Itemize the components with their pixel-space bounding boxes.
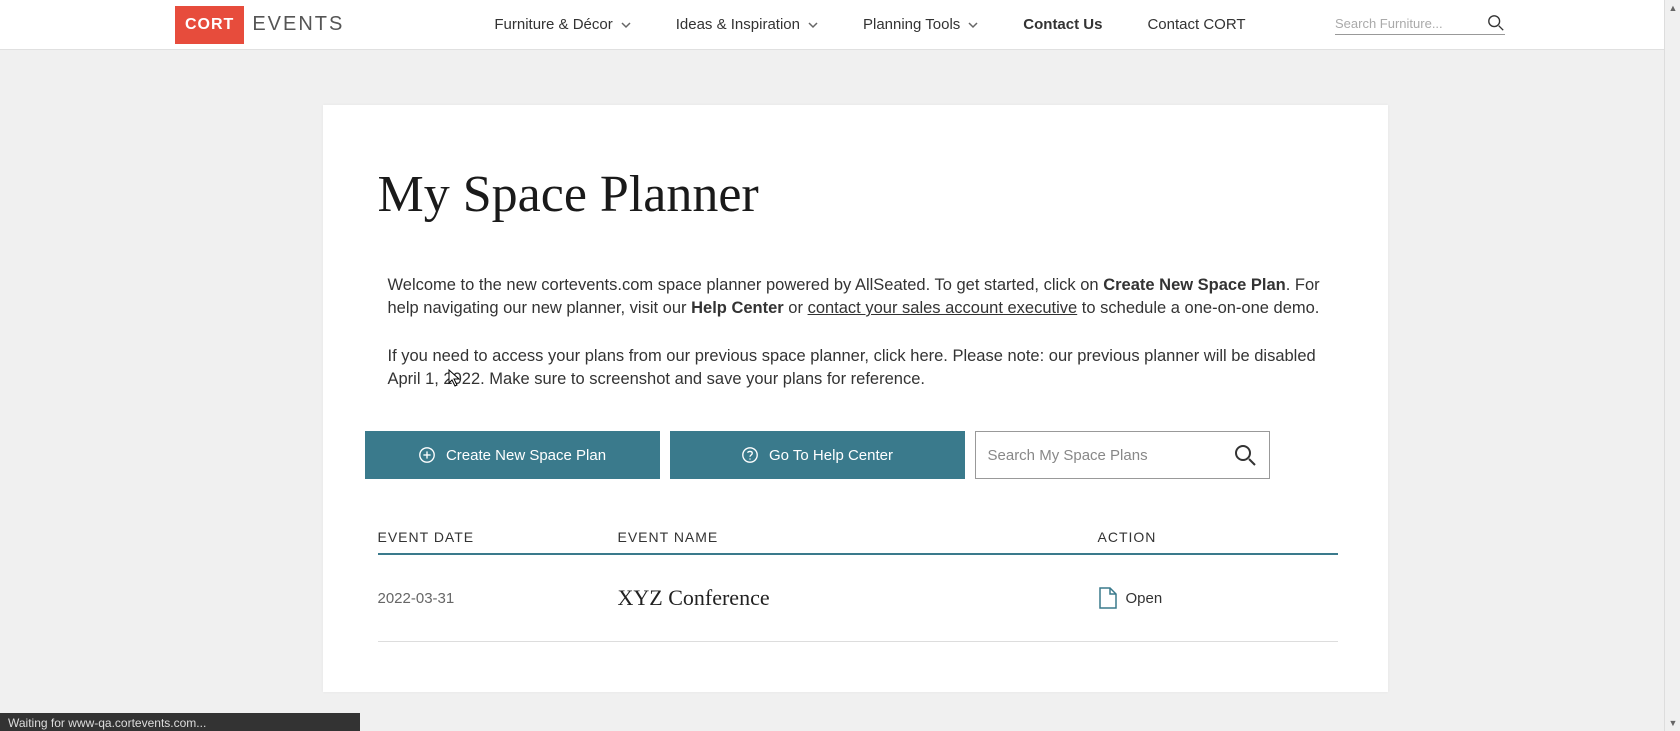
scroll-down-arrow-icon[interactable]: ▼ bbox=[1665, 715, 1680, 731]
question-circle-icon bbox=[741, 446, 759, 464]
open-label: Open bbox=[1126, 590, 1163, 607]
intro-paragraph-1: Welcome to the new cortevents.com space … bbox=[388, 274, 1338, 320]
plans-table: EVENT DATE EVENT NAME ACTION 2022-03-31 … bbox=[378, 529, 1338, 642]
nav-planning-label: Planning Tools bbox=[863, 16, 960, 33]
th-action: ACTION bbox=[1098, 529, 1338, 545]
td-event-date: 2022-03-31 bbox=[378, 590, 618, 607]
search-icon[interactable] bbox=[1487, 14, 1505, 32]
contact-sales-link[interactable]: contact your sales account executive bbox=[808, 299, 1078, 317]
intro-text: Welcome to the new cortevents.com space … bbox=[388, 276, 1104, 294]
intro-create-bold: Create New Space Plan bbox=[1103, 276, 1286, 294]
chevron-down-icon bbox=[968, 20, 978, 30]
go-to-help-center-button[interactable]: Go To Help Center bbox=[670, 431, 965, 479]
help-button-label: Go To Help Center bbox=[769, 447, 893, 464]
nav-furniture[interactable]: Furniture & Décor bbox=[494, 16, 630, 33]
intro-text: to schedule a one-on-one demo. bbox=[1077, 299, 1319, 317]
header-search[interactable] bbox=[1335, 14, 1505, 35]
page-body: My Space Planner Welcome to the new cort… bbox=[0, 50, 1680, 692]
site-header: CORT EVENTS Furniture & Décor Ideas & In… bbox=[0, 0, 1680, 50]
logo[interactable]: CORT EVENTS bbox=[175, 6, 344, 44]
create-new-space-plan-button[interactable]: Create New Space Plan bbox=[365, 431, 660, 479]
nav-furniture-label: Furniture & Décor bbox=[494, 16, 612, 33]
status-text: Waiting for www-qa.cortevents.com... bbox=[8, 716, 206, 730]
logo-text: EVENTS bbox=[252, 13, 344, 36]
open-plan-link[interactable]: Open bbox=[1098, 586, 1338, 610]
content-card: My Space Planner Welcome to the new cort… bbox=[323, 105, 1388, 692]
nav-contact-us[interactable]: Contact Us bbox=[1023, 16, 1102, 33]
page-title: My Space Planner bbox=[378, 165, 1338, 224]
intro-paragraph-2: If you need to access your plans from ou… bbox=[388, 345, 1338, 391]
plan-search[interactable] bbox=[975, 431, 1270, 479]
plan-search-input[interactable] bbox=[988, 447, 1233, 464]
nav-contact-cort[interactable]: Contact CORT bbox=[1147, 16, 1245, 33]
intro2-text: If you need to access your plans from ou… bbox=[388, 347, 1316, 388]
logo-box: CORT bbox=[175, 6, 244, 44]
nav-planning[interactable]: Planning Tools bbox=[863, 16, 978, 33]
document-icon bbox=[1098, 586, 1118, 610]
intro-text: or bbox=[784, 299, 808, 317]
chevron-down-icon bbox=[621, 20, 631, 30]
search-icon[interactable] bbox=[1233, 443, 1257, 467]
action-row: Create New Space Plan Go To Help Center bbox=[365, 431, 1338, 479]
main-nav: Furniture & Décor Ideas & Inspiration Pl… bbox=[494, 16, 1245, 33]
header-search-input[interactable] bbox=[1335, 16, 1487, 31]
nav-contact-us-label: Contact Us bbox=[1023, 16, 1102, 33]
td-event-name: XYZ Conference bbox=[618, 585, 1098, 611]
th-event-date: EVENT DATE bbox=[378, 529, 618, 545]
table-header-row: EVENT DATE EVENT NAME ACTION bbox=[378, 529, 1338, 555]
table-row: 2022-03-31 XYZ Conference Open bbox=[378, 555, 1338, 642]
th-event-name: EVENT NAME bbox=[618, 529, 1098, 545]
create-button-label: Create New Space Plan bbox=[446, 447, 606, 464]
chevron-down-icon bbox=[808, 20, 818, 30]
browser-status-bar: Waiting for www-qa.cortevents.com... bbox=[0, 713, 360, 731]
intro-help-bold: Help Center bbox=[691, 299, 784, 317]
scroll-up-arrow-icon[interactable]: ▲ bbox=[1665, 0, 1680, 16]
nav-ideas-label: Ideas & Inspiration bbox=[676, 16, 800, 33]
nav-contact-cort-label: Contact CORT bbox=[1147, 16, 1245, 33]
nav-ideas[interactable]: Ideas & Inspiration bbox=[676, 16, 818, 33]
plus-circle-icon bbox=[418, 446, 436, 464]
scrollbar[interactable]: ▲ ▼ bbox=[1664, 0, 1680, 731]
